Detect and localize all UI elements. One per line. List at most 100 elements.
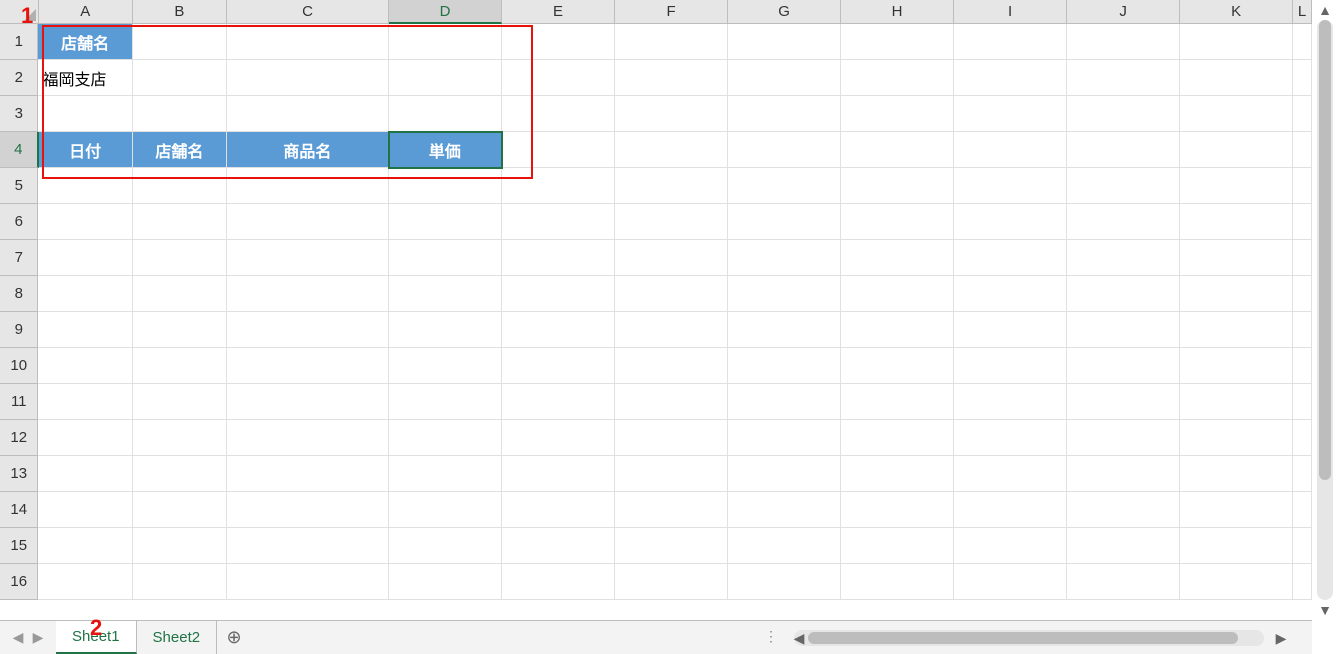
cell-H4[interactable] [841, 132, 954, 168]
col-header-K[interactable]: K [1180, 0, 1293, 24]
cell-I6[interactable] [954, 204, 1067, 240]
cell-D1[interactable] [389, 24, 502, 60]
cell-F6[interactable] [615, 204, 728, 240]
cell-J13[interactable] [1067, 456, 1180, 492]
cell-C7[interactable] [227, 240, 389, 276]
cell-H3[interactable] [841, 96, 954, 132]
cell-J12[interactable] [1067, 420, 1180, 456]
cell-J2[interactable] [1067, 60, 1180, 96]
cell-I15[interactable] [954, 528, 1067, 564]
cell-J5[interactable] [1067, 168, 1180, 204]
cell-G16[interactable] [728, 564, 841, 600]
cell-I11[interactable] [954, 384, 1067, 420]
cell-E3[interactable] [502, 96, 615, 132]
cell-I7[interactable] [954, 240, 1067, 276]
cell-K7[interactable] [1180, 240, 1293, 276]
cell-E1[interactable] [502, 24, 615, 60]
sheet-tab-sheet2[interactable]: Sheet2 [137, 621, 218, 654]
cell-I8[interactable] [954, 276, 1067, 312]
cell-C12[interactable] [227, 420, 389, 456]
cell-I1[interactable] [954, 24, 1067, 60]
col-header-F[interactable]: F [615, 0, 728, 24]
cell-F2[interactable] [615, 60, 728, 96]
cell-E15[interactable] [502, 528, 615, 564]
cell-I10[interactable] [954, 348, 1067, 384]
cell-B3[interactable] [133, 96, 227, 132]
cell-A13[interactable] [38, 456, 132, 492]
cell-B16[interactable] [133, 564, 227, 600]
cell-J3[interactable] [1067, 96, 1180, 132]
cell-L5[interactable] [1293, 168, 1312, 204]
row-header-1[interactable]: 1 [0, 24, 38, 60]
cell-K1[interactable] [1180, 24, 1293, 60]
cell-F15[interactable] [615, 528, 728, 564]
cell-J7[interactable] [1067, 240, 1180, 276]
cell-K4[interactable] [1180, 132, 1293, 168]
cell-D9[interactable] [389, 312, 502, 348]
cell-A10[interactable] [38, 348, 132, 384]
cell-H1[interactable] [841, 24, 954, 60]
cell-L13[interactable] [1293, 456, 1312, 492]
cell-B12[interactable] [133, 420, 227, 456]
cell-C2[interactable] [227, 60, 389, 96]
cell-E4[interactable] [502, 132, 615, 168]
cell-K10[interactable] [1180, 348, 1293, 384]
cell-C11[interactable] [227, 384, 389, 420]
cell-C1[interactable] [227, 24, 389, 60]
cell-F14[interactable] [615, 492, 728, 528]
cell-G7[interactable] [728, 240, 841, 276]
cell-L15[interactable] [1293, 528, 1312, 564]
cell-A9[interactable] [38, 312, 132, 348]
cell-A3[interactable] [38, 96, 132, 132]
cell-D2[interactable] [389, 60, 502, 96]
cell-E8[interactable] [502, 276, 615, 312]
cell-L8[interactable] [1293, 276, 1312, 312]
cell-J10[interactable] [1067, 348, 1180, 384]
cell-F7[interactable] [615, 240, 728, 276]
cell-D6[interactable] [389, 204, 502, 240]
cell-B6[interactable] [133, 204, 227, 240]
cell-F9[interactable] [615, 312, 728, 348]
cell-B4[interactable]: 店舗名 [133, 132, 227, 168]
col-header-E[interactable]: E [502, 0, 615, 24]
cell-E6[interactable] [502, 204, 615, 240]
cell-L7[interactable] [1293, 240, 1312, 276]
vscroll-down-icon[interactable]: ▼ [1313, 600, 1337, 620]
cell-G3[interactable] [728, 96, 841, 132]
hscroll-thumb[interactable] [808, 632, 1238, 644]
cell-B5[interactable] [133, 168, 227, 204]
cell-A8[interactable] [38, 276, 132, 312]
cell-K13[interactable] [1180, 456, 1293, 492]
cell-F16[interactable] [615, 564, 728, 600]
hscroll-resize-handle[interactable]: ⋮ [764, 628, 778, 645]
cell-H15[interactable] [841, 528, 954, 564]
row-header-12[interactable]: 12 [0, 420, 38, 456]
vscroll-up-icon[interactable]: ▲ [1313, 0, 1337, 20]
cell-G6[interactable] [728, 204, 841, 240]
row-header-14[interactable]: 14 [0, 492, 38, 528]
cell-L9[interactable] [1293, 312, 1312, 348]
cell-G1[interactable] [728, 24, 841, 60]
cell-C4[interactable]: 商品名 [227, 132, 389, 168]
cell-E9[interactable] [502, 312, 615, 348]
row-header-4[interactable]: 4 [0, 132, 39, 168]
cell-L11[interactable] [1293, 384, 1312, 420]
col-header-I[interactable]: I [954, 0, 1067, 24]
cell-A7[interactable] [38, 240, 132, 276]
cell-D14[interactable] [389, 492, 502, 528]
col-header-C[interactable]: C [227, 0, 389, 24]
cell-H10[interactable] [841, 348, 954, 384]
vscroll-thumb[interactable] [1319, 20, 1331, 480]
cell-F10[interactable] [615, 348, 728, 384]
cell-H16[interactable] [841, 564, 954, 600]
cell-D16[interactable] [389, 564, 502, 600]
cell-A5[interactable] [38, 168, 132, 204]
cell-D10[interactable] [389, 348, 502, 384]
cell-F13[interactable] [615, 456, 728, 492]
col-header-H[interactable]: H [841, 0, 954, 24]
row-header-7[interactable]: 7 [0, 240, 38, 276]
cell-F5[interactable] [615, 168, 728, 204]
tab-nav-next-icon[interactable]: ▶ [32, 632, 44, 644]
cell-A14[interactable] [38, 492, 132, 528]
cell-I4[interactable] [954, 132, 1067, 168]
